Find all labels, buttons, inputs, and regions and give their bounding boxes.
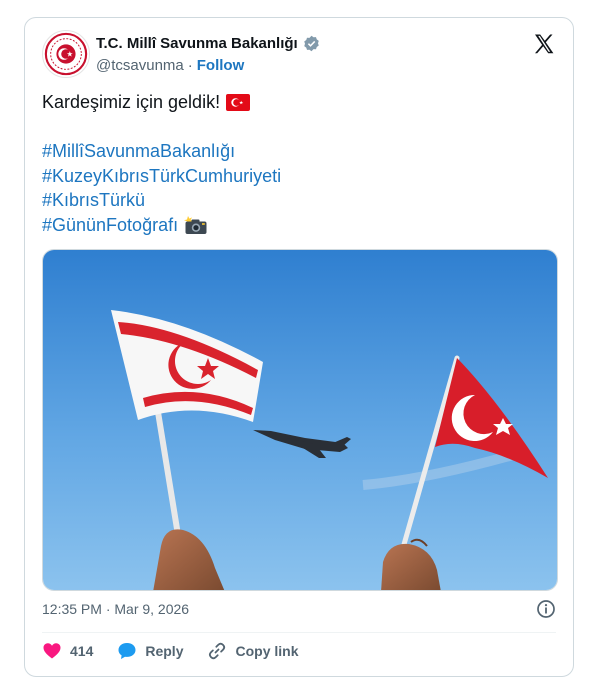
copy-link-label: Copy link — [235, 643, 299, 659]
separator-dot: · — [187, 57, 193, 74]
turkey-flag-emoji — [226, 94, 251, 111]
reply-bubble-icon — [118, 643, 136, 659]
avatar[interactable] — [42, 30, 90, 78]
tweet-text: Kardeşimiz için geldik! — [42, 90, 251, 115]
display-name[interactable]: T.C. Millî Savunma Bakanlığı — [96, 35, 298, 52]
handle[interactable]: @tcsavunma — [96, 57, 184, 74]
tweet-header: T.C. Millî Savunma Bakanlığı @tcsavunma … — [42, 30, 556, 80]
hashtag-link[interactable]: #GününFotoğrafı — [42, 213, 178, 238]
hashtag-list: #MillîSavunmaBakanlığı #KuzeyKıbrısTürkC… — [42, 139, 281, 237]
camera-flash-emoji — [184, 215, 207, 234]
info-icon[interactable] — [536, 599, 556, 619]
hashtag-link[interactable]: #MillîSavunmaBakanlığı — [42, 139, 235, 164]
divider — [42, 632, 556, 633]
handle-line: @tcsavunma · Follow — [96, 57, 244, 74]
verified-icon[interactable] — [303, 35, 320, 52]
x-logo-icon[interactable] — [532, 32, 556, 56]
action-bar: 414 Reply Copy link — [42, 639, 323, 663]
heart-icon — [43, 643, 61, 659]
flags-and-jet-photo — [43, 250, 557, 590]
hashtag-link[interactable]: #KıbrısTürkü — [42, 188, 145, 213]
ministry-seal-icon — [44, 32, 88, 76]
like-count: 414 — [70, 643, 94, 659]
tweet-card: T.C. Millî Savunma Bakanlığı @tcsavunma … — [24, 17, 574, 677]
tweet-body: Kardeşimiz için geldik! — [42, 92, 221, 112]
tweet-photo[interactable] — [42, 249, 558, 591]
reply-label: Reply — [145, 643, 184, 659]
copy-link-button[interactable]: Copy link — [207, 641, 299, 661]
follow-button[interactable]: Follow — [197, 57, 245, 74]
like-button[interactable]: 414 — [42, 641, 93, 661]
hashtag-link[interactable]: #KuzeyKıbrısTürkCumhuriyeti — [42, 164, 281, 189]
reply-button[interactable]: Reply — [117, 641, 183, 661]
tweet-timestamp[interactable]: 12:35 PM · Mar 9, 2026 — [42, 601, 189, 617]
link-icon — [209, 642, 226, 660]
name-line: T.C. Millî Savunma Bakanlığı — [96, 35, 320, 52]
